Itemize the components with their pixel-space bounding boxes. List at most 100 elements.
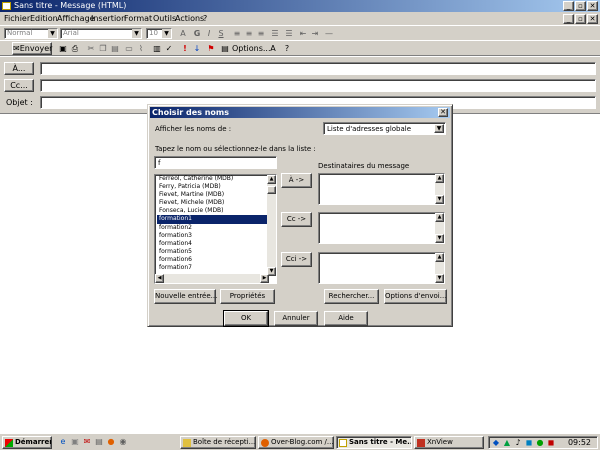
menu-insertion[interactable]: Insertion [91, 14, 126, 23]
cc-recipients-scroll[interactable]: ▲ ▼ [435, 213, 444, 243]
name-list-item[interactable]: formation6 [157, 256, 267, 264]
name-list-item[interactable]: formation3 [157, 232, 267, 240]
quicklaunch-icon-2[interactable]: ▤ [94, 437, 104, 447]
task-inbox[interactable]: Boîte de récepti... [180, 436, 256, 449]
check-names-icon[interactable]: ✓ [164, 44, 174, 54]
dialog-close-button[interactable]: ✕ [438, 108, 448, 117]
ok-button[interactable]: OK [223, 310, 269, 327]
menu-affichage[interactable]: Affichage [57, 14, 95, 23]
scroll-thumb[interactable] [267, 186, 276, 194]
importance-low-icon[interactable]: ↓ [192, 44, 202, 54]
name-list-item[interactable]: formation7 [157, 264, 267, 272]
copy-icon[interactable]: ❐ [98, 44, 108, 54]
to-recipients-box[interactable]: ▲ ▼ [318, 173, 445, 205]
numbering-icon[interactable]: ☰ [284, 29, 294, 39]
properties-button[interactable]: Propriétés [220, 289, 275, 304]
to-field[interactable] [40, 62, 596, 75]
horizontal-line-icon[interactable]: — [324, 29, 334, 39]
menu-actions[interactable]: Actions [175, 14, 204, 23]
menu-outils[interactable]: Outils [153, 14, 176, 23]
paste-icon[interactable]: ▤ [110, 44, 120, 54]
tray-icon-5[interactable]: ◼ [546, 438, 556, 448]
tray-icon-2[interactable]: ▲ [502, 438, 512, 448]
scroll-left-icon[interactable]: ◀ [155, 274, 164, 283]
underline-icon[interactable]: S [216, 29, 226, 39]
scroll-down-icon[interactable]: ▼ [435, 195, 444, 204]
start-button[interactable]: Démarrer [2, 436, 52, 449]
options-icon[interactable]: ▤ [220, 44, 230, 54]
add-to-button[interactable]: À -> [281, 173, 312, 188]
doc-restore-button[interactable]: ▫ [575, 14, 586, 24]
doc-close-button[interactable]: ✕ [587, 14, 598, 24]
maximize-button[interactable]: ▫ [575, 1, 586, 11]
menu-format[interactable]: Format [124, 14, 152, 23]
add-cc-button[interactable]: Cc -> [281, 212, 312, 227]
italic-icon[interactable]: I [204, 29, 214, 39]
help-icon[interactable]: ? [282, 44, 292, 54]
name-list-hscroll[interactable]: ◀ ▶ [155, 274, 269, 283]
firefox-icon[interactable]: ● [106, 437, 116, 447]
decrease-indent-icon[interactable]: ⇤ [298, 29, 308, 39]
send-button[interactable]: ✉Envoyer [12, 42, 52, 55]
name-list-item[interactable]: formation5 [157, 248, 267, 256]
tray-icon-1[interactable]: ◆ [491, 438, 501, 448]
scroll-up-icon[interactable]: ▲ [435, 174, 444, 183]
scroll-right-icon[interactable]: ▶ [260, 274, 269, 283]
cc-recipients-box[interactable]: ▲ ▼ [318, 212, 445, 244]
menu-edition[interactable]: Edition [30, 14, 58, 23]
desktop-icon[interactable]: ▣ [70, 437, 80, 447]
tray-icon-3[interactable]: ◼ [524, 438, 534, 448]
save-icon[interactable]: ▣ [58, 44, 68, 54]
menu-help[interactable]: ? [203, 14, 207, 23]
task-xnview[interactable]: XnView [414, 436, 484, 449]
name-list-item[interactable]: Fievet, Martine (MDB) [157, 191, 267, 199]
font-combo[interactable]: Arial ▼ [60, 28, 142, 39]
send-options-button[interactable]: Options d'envoi... [384, 289, 447, 304]
name-list-item[interactable]: formation1 [157, 215, 267, 224]
name-list-item[interactable]: Ferry, Patricia (MDB) [157, 183, 267, 191]
bcc-recipients-box[interactable]: ▲ ▼ [318, 252, 445, 284]
minimize-button[interactable]: _ [563, 1, 574, 11]
help-button[interactable]: Aide [324, 311, 368, 326]
task-message[interactable]: Sans titre - Me... [336, 436, 412, 449]
quicklaunch-icon-3[interactable]: ◉ [118, 437, 128, 447]
address-book-icon[interactable]: ▥ [152, 44, 162, 54]
style-combo[interactable]: Normal ▼ [4, 28, 58, 39]
name-list-item[interactable]: Fonseca, Lucie (MDB) [157, 207, 267, 215]
flag-icon[interactable]: ⚑ [206, 44, 216, 54]
bold-icon[interactable]: G [192, 29, 202, 39]
align-center-icon[interactable]: ≡ [244, 29, 254, 39]
ie-icon[interactable]: e [58, 437, 68, 447]
name-list-vscroll[interactable]: ▲ ▼ [267, 175, 276, 276]
options-button[interactable]: Options... [232, 44, 271, 53]
add-bcc-button[interactable]: Cci -> [281, 252, 312, 267]
cut-icon[interactable]: ✂ [86, 44, 96, 54]
name-list-item[interactable]: formation4 [157, 240, 267, 248]
name-list-item[interactable]: formation2 [157, 224, 267, 232]
bcc-recipients-scroll[interactable]: ▲ ▼ [435, 253, 444, 283]
insert-file-icon[interactable]: ▭ [124, 44, 134, 54]
scroll-up-icon[interactable]: ▲ [435, 213, 444, 222]
search-button[interactable]: Rechercher... [324, 289, 379, 304]
text-color-icon[interactable]: A [178, 29, 188, 39]
cc-button[interactable]: Cc... [4, 79, 34, 92]
to-recipients-scroll[interactable]: ▲ ▼ [435, 174, 444, 204]
importance-high-icon[interactable]: ! [180, 44, 190, 54]
align-right-icon[interactable]: ≡ [256, 29, 266, 39]
scroll-up-icon[interactable]: ▲ [267, 175, 276, 184]
menu-fichier[interactable]: Fichier [4, 14, 30, 23]
align-left-icon[interactable]: ≡ [232, 29, 242, 39]
cancel-button[interactable]: Annuler [274, 311, 318, 326]
name-list-item[interactable]: Fievet, Michele (MDB) [157, 199, 267, 207]
chevron-down-icon[interactable]: ▼ [434, 124, 444, 133]
scroll-up-icon[interactable]: ▲ [435, 253, 444, 262]
address-book-select[interactable]: Liste d'adresses globale ▼ [323, 122, 446, 135]
name-list[interactable]: Ferreol, Catherine (MDB) Ferry, Patricia … [154, 174, 277, 284]
format-icon[interactable]: A [268, 44, 278, 54]
name-search-input[interactable]: f [154, 156, 277, 169]
font-size-combo[interactable]: 10 ▼ [146, 28, 172, 39]
to-button[interactable]: À... [4, 62, 34, 75]
new-entry-button[interactable]: Nouvelle entrée... [154, 289, 217, 304]
name-list-item[interactable]: Ferreol, Catherine (MDB) [157, 175, 267, 183]
doc-minimize-button[interactable]: _ [563, 14, 574, 24]
